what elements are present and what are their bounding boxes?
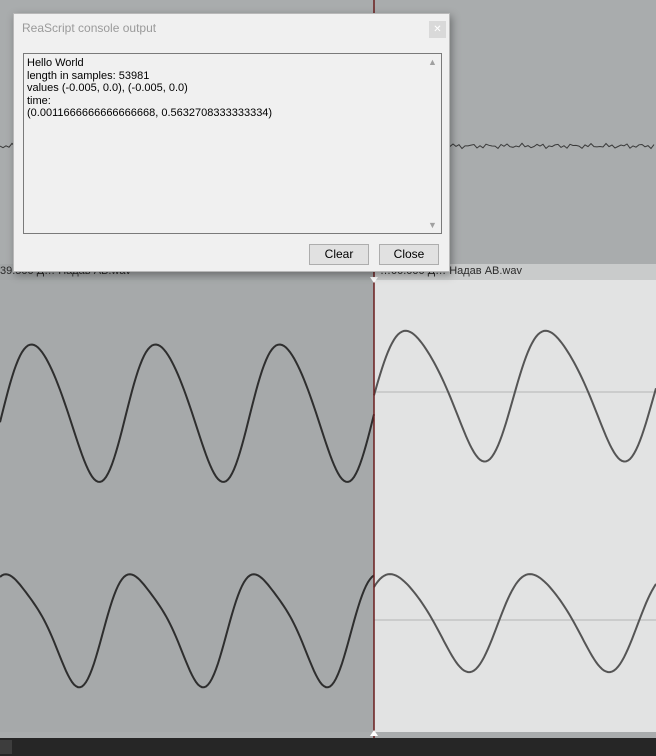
console-output-area[interactable]: Hello World length in samples: 53981 val… — [23, 53, 442, 234]
console-line: (0.0011666666666666668, 0.56327083333333… — [27, 107, 273, 120]
bottom-bar-accent — [0, 740, 12, 754]
clear-button[interactable]: Clear — [309, 244, 369, 265]
reascript-console-dialog: ReaScript console output ✕ Hello World l… — [13, 13, 450, 272]
media-item-right[interactable] — [374, 280, 656, 732]
scroll-up-icon[interactable]: ▲ — [425, 55, 440, 69]
console-scrollbar[interactable]: ▲ ▼ — [425, 55, 440, 232]
close-icon[interactable]: ✕ — [429, 21, 446, 38]
console-line: time: — [27, 94, 51, 107]
console-line: Hello World — [27, 57, 84, 69]
bottom-bar — [0, 738, 656, 756]
scroll-down-icon[interactable]: ▼ — [425, 218, 440, 232]
console-line: length in samples: 53981 — [27, 69, 150, 82]
close-button[interactable]: Close — [379, 244, 439, 265]
dialog-title: ReaScript console output — [22, 21, 157, 35]
console-output-text: Hello World length in samples: 53981 val… — [27, 57, 423, 120]
console-line: values (-0.005, 0.0), (-0.005, 0.0) — [27, 82, 188, 95]
